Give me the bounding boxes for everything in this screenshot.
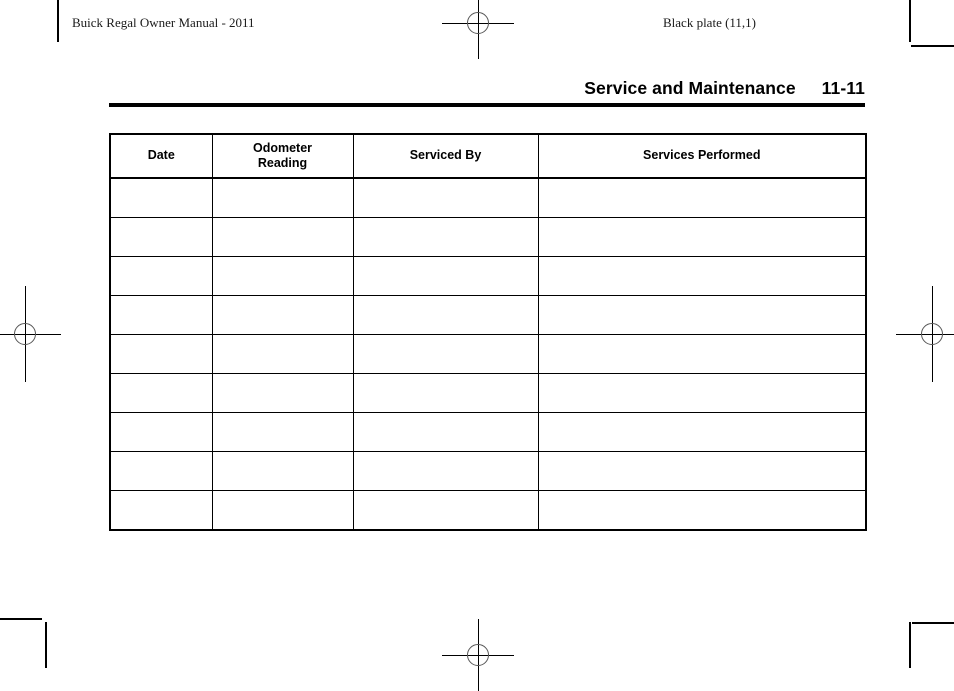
- crop-mark-top-right-tick: [911, 45, 954, 47]
- manual-page: Buick Regal Owner Manual - 2011 Black pl…: [0, 0, 954, 691]
- table-cell-serviced-by[interactable]: [352, 217, 539, 257]
- maintenance-record-table: Date Odometer Reading Serviced By Servic…: [109, 133, 867, 531]
- table-row: [109, 295, 867, 335]
- table-cell-services-performed[interactable]: [537, 177, 867, 218]
- page-title: Service and Maintenance: [584, 78, 796, 98]
- table-cell-odometer[interactable]: [211, 334, 354, 374]
- table-cell-date[interactable]: [109, 451, 213, 491]
- table-cell-odometer[interactable]: [211, 490, 354, 531]
- table-cell-date[interactable]: [109, 373, 213, 413]
- table-row: [109, 451, 867, 491]
- table-row: [109, 490, 867, 531]
- table-cell-services-performed[interactable]: [537, 334, 867, 374]
- running-head-black-plate: Black plate (11,1): [663, 15, 757, 30]
- table-cell-services-performed[interactable]: [537, 490, 867, 531]
- column-header-date-label: Date: [147, 148, 175, 163]
- table-cell-date[interactable]: [109, 256, 213, 296]
- crop-mark-bottom-left-tick: [0, 618, 42, 620]
- section-header-rule: [109, 103, 865, 107]
- crop-mark-bottom-right-tick: [912, 622, 954, 624]
- table-cell-serviced-by[interactable]: [352, 295, 539, 335]
- table-cell-serviced-by[interactable]: [352, 451, 539, 491]
- column-header-serviced-by-label: Serviced By: [409, 148, 482, 163]
- table-row: [109, 373, 867, 413]
- crop-mark-bottom-right: [909, 622, 911, 668]
- registration-mark-top-circle: [467, 12, 489, 34]
- table-cell-odometer[interactable]: [211, 451, 354, 491]
- table-cell-date[interactable]: [109, 412, 213, 452]
- table-cell-odometer[interactable]: [211, 177, 354, 218]
- table-cell-odometer[interactable]: [211, 412, 354, 452]
- table-cell-odometer[interactable]: [211, 373, 354, 413]
- table-body: [109, 177, 867, 531]
- table-cell-services-performed[interactable]: [537, 412, 867, 452]
- table-cell-serviced-by[interactable]: [352, 177, 539, 218]
- table-cell-date[interactable]: [109, 334, 213, 374]
- table-row: [109, 217, 867, 257]
- section-title-row: Service and Maintenance 11-11: [109, 78, 865, 103]
- table-cell-odometer[interactable]: [211, 217, 354, 257]
- column-header-odometer-reading: Odometer Reading: [211, 133, 354, 179]
- table-cell-date[interactable]: [109, 490, 213, 531]
- column-header-date: Date: [109, 133, 213, 179]
- table-cell-date[interactable]: [109, 217, 213, 257]
- table-cell-serviced-by[interactable]: [352, 334, 539, 374]
- page-number: 11-11: [821, 78, 865, 98]
- table-header: Date Odometer Reading Serviced By Servic…: [109, 133, 867, 179]
- section-header: Service and Maintenance 11-11: [109, 78, 865, 107]
- table-cell-services-performed[interactable]: [537, 256, 867, 296]
- table-row: [109, 334, 867, 374]
- table-cell-serviced-by[interactable]: [352, 256, 539, 296]
- registration-mark-right-circle: [921, 323, 943, 345]
- column-header-services-performed-label: Services Performed: [643, 148, 761, 163]
- crop-mark-top-right: [909, 0, 911, 42]
- table-cell-serviced-by[interactable]: [352, 373, 539, 413]
- running-head-manual-title: Buick Regal Owner Manual - 2011: [72, 15, 255, 30]
- crop-mark-bottom-left: [45, 622, 47, 668]
- table-row: [109, 256, 867, 296]
- column-header-odometer-line2: Reading: [257, 156, 308, 170]
- table-cell-services-performed[interactable]: [537, 373, 867, 413]
- table-cell-date[interactable]: [109, 295, 213, 335]
- registration-mark-left-circle: [14, 323, 36, 345]
- table-cell-serviced-by[interactable]: [352, 490, 539, 531]
- table-cell-services-performed[interactable]: [537, 295, 867, 335]
- table-cell-services-performed[interactable]: [537, 451, 867, 491]
- table-cell-odometer[interactable]: [211, 295, 354, 335]
- column-header-services-performed: Services Performed: [537, 133, 867, 179]
- table-cell-odometer[interactable]: [211, 256, 354, 296]
- table-row: [109, 412, 867, 452]
- table-row: [109, 177, 867, 218]
- column-header-odometer-line1: Odometer: [252, 140, 313, 155]
- column-header-serviced-by: Serviced By: [352, 133, 539, 179]
- table-cell-services-performed[interactable]: [537, 217, 867, 257]
- crop-mark-top-left: [57, 0, 59, 42]
- table-cell-serviced-by[interactable]: [352, 412, 539, 452]
- table-cell-date[interactable]: [109, 177, 213, 218]
- registration-mark-bottom-circle: [467, 644, 489, 666]
- table-header-row: Date Odometer Reading Serviced By Servic…: [109, 133, 867, 179]
